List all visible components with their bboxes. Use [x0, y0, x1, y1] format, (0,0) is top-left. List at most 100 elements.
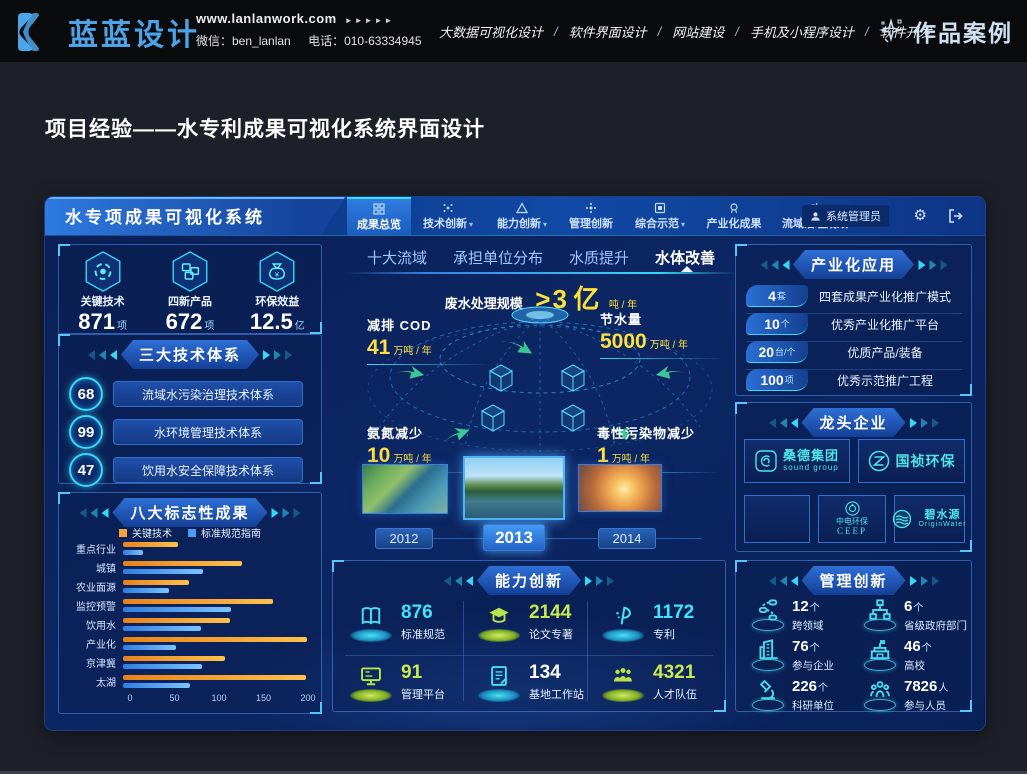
tab-capability-innovation[interactable]: 能力创新▾ [485, 197, 559, 235]
nav-item-website[interactable]: 网站建设 [670, 22, 726, 41]
chart-row: 太湖 [67, 674, 315, 689]
bar-key-tech [123, 656, 225, 661]
enterprise-name: 碧水源 [925, 509, 961, 521]
stat-label: 参与人员 [904, 698, 948, 713]
industrialization-row: 20台/个 优质产品/装备 [746, 341, 962, 370]
count-badge: 99 [69, 415, 103, 449]
nav-separator: / [545, 24, 567, 39]
center-tabs: 十大流域 承担单位分布 水质提升 水体改善 [345, 247, 737, 268]
capability-stat-value: 2144 [529, 603, 573, 622]
tab-comprehensive-demo[interactable]: 综合示范▾ [623, 197, 697, 235]
industrialization-row: 10个 优秀产业化推广平台 [746, 313, 962, 342]
tab-water-improvement[interactable]: 水体改善 [655, 247, 715, 268]
tech-system-row: 68 流域水污染治理技术体系 [69, 377, 303, 411]
tech-system-label[interactable]: 饮用水安全保障技术体系 [113, 457, 303, 483]
user-chip[interactable]: 系统管理员 [802, 205, 889, 227]
stat-label: 省级政府部门 [904, 618, 967, 633]
logo[interactable]: 蓝蓝设计 [16, 10, 200, 54]
nav-item-bigdata[interactable]: 大数据可视化设计 [437, 22, 545, 41]
atom-icon [442, 201, 454, 214]
bar-standards [123, 664, 202, 669]
circle-z-logo-icon [868, 450, 890, 472]
cases-label: 作品案例 [913, 14, 1013, 48]
wechat-label: 微信：ben_lanlan [196, 34, 291, 48]
axis-tick: 200 [300, 693, 315, 703]
bar-standards [123, 645, 176, 650]
tech-system-label[interactable]: 流域水污染治理技术体系 [113, 381, 303, 407]
bar-standards [123, 588, 169, 593]
logo-ceep: 中电环保 CEEP [818, 495, 886, 543]
chevron-down-icon: ▾ [681, 220, 685, 229]
logo-originwater: 碧水源OriginWater [894, 495, 965, 543]
enterprise-subtitle: CEEP [837, 527, 867, 537]
capability-stat-value: 91 [401, 663, 445, 682]
stat-provincial-gov: 6个省级政府部门 [864, 599, 967, 633]
org-chart-icon [869, 599, 891, 621]
logo-empty [744, 495, 810, 543]
industrialization-row: 4套 四套成果产业化推广模式 [746, 285, 962, 314]
stat-papers: 2144 论文专著 [477, 603, 573, 642]
count-badge: 20台/个 [746, 341, 808, 363]
count-badge: 68 [69, 377, 103, 411]
money-bag-icon: ¥ [258, 251, 296, 292]
chart-category-label: 太湖 [67, 674, 123, 689]
count-badge: 100项 [746, 369, 808, 391]
tab-management-innovation[interactable]: 管理创新 [559, 197, 623, 235]
year-button-2013[interactable]: 2013 [483, 524, 545, 551]
nav-item-mobile[interactable]: 手机及小程序设计 [748, 22, 856, 41]
metric-water-saving: 节水量 5000万吨 / 年 [600, 309, 720, 359]
industrialization-row: 100项 优秀示范推广工程 [746, 369, 962, 397]
legend-label: 标准规范指南 [201, 529, 261, 540]
panel-header: 三大技术体系 [88, 340, 292, 369]
count-badge: 4套 [746, 285, 808, 307]
stat-participants: 7826人参与人员 [864, 679, 948, 713]
spiral-logo-icon [755, 450, 777, 472]
bar-key-tech [123, 637, 307, 642]
metric-value: 5000 [600, 330, 647, 353]
people-group-icon [869, 679, 891, 701]
row-label: 优秀产业化推广平台 [808, 316, 962, 333]
tab-overview[interactable]: 成果总览 [347, 197, 411, 235]
tab-industrialization[interactable]: 产业化成果 [697, 197, 771, 235]
year-button-2012[interactable]: 2012 [375, 528, 433, 549]
workflow-icon [757, 599, 779, 621]
bar-key-tech [123, 561, 242, 566]
tech-system-row: 99 水环境管理技术体系 [69, 415, 303, 449]
dashboard-nav: 成果总览 技术创新▾ 能力创新▾ 管理创新 综合示范▾ [347, 197, 859, 235]
capability-stat-label: 管理平台 [401, 686, 445, 702]
chart-row: 重点行业 [67, 541, 315, 556]
panel-header: 能力创新 [444, 566, 614, 595]
metric-unit: 万吨 / 年 [393, 346, 431, 357]
panel-title: 产业化应用 [793, 250, 914, 279]
tab-ten-basins[interactable]: 十大流域 [367, 247, 427, 268]
panel-title: 管理创新 [801, 566, 905, 595]
chart-category-label: 农业面源 [67, 579, 123, 594]
stat-universities: 46个高校 [864, 639, 932, 673]
year-button-2014[interactable]: 2014 [598, 528, 656, 549]
metric-value: 41 [367, 336, 390, 359]
capability-stat-label: 论文专著 [529, 626, 573, 642]
tab-water-quality[interactable]: 水质提升 [569, 247, 629, 268]
chevron-down-icon: ▾ [543, 220, 547, 229]
axis-tick: 100 [211, 693, 226, 703]
capability-stat-value: 4321 [653, 663, 697, 682]
bar-key-tech [123, 675, 306, 680]
row-label: 优秀示范推广工程 [808, 372, 962, 389]
settings-gear-icon[interactable]: ⚙ [914, 206, 927, 226]
axis-tick: 50 [169, 693, 179, 703]
bar-key-tech [123, 580, 189, 585]
metric-unit: 万吨 / 年 [650, 340, 688, 351]
stat-label: 跨领域 [792, 618, 824, 633]
logout-icon[interactable] [947, 208, 963, 224]
cases-button[interactable]: 作品案例 [879, 0, 1013, 62]
nav-separator: / [649, 24, 671, 39]
nav-item-software-ui[interactable]: 软件界面设计 [567, 22, 649, 41]
bar-standards [123, 607, 231, 612]
tab-unit-distribution[interactable]: 承担单位分布 [453, 247, 543, 268]
tab-label: 成果总览 [357, 216, 401, 232]
dashboard-title: 水专项成果可视化系统 [45, 197, 345, 235]
tech-system-label[interactable]: 水环境管理技术体系 [113, 419, 303, 445]
team-icon [612, 665, 634, 687]
school-icon [869, 639, 891, 661]
tab-tech-innovation[interactable]: 技术创新▾ [411, 197, 485, 235]
